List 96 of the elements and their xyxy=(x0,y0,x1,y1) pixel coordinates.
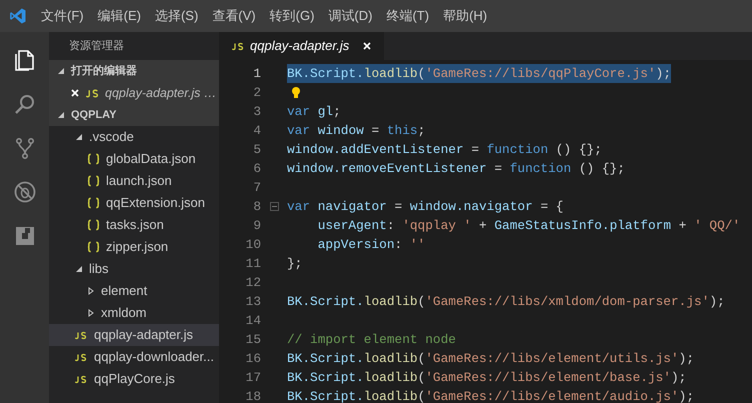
code-line: window.removeEventListener = function () {}; xyxy=(287,160,625,178)
section-title: 打开的编辑器 xyxy=(71,64,137,79)
tree-item[interactable]: xmldom xyxy=(49,302,219,324)
section-title: QQPLAY xyxy=(71,108,116,123)
line-number: 7 xyxy=(252,178,261,197)
line-number: 18 xyxy=(244,388,261,403)
close-icon[interactable] xyxy=(71,89,79,97)
folder-name: libs xyxy=(89,260,109,278)
line-number: 15 xyxy=(244,330,261,349)
menu-item[interactable]: 转到(G) xyxy=(270,6,314,26)
line-number: 8 xyxy=(252,198,261,216)
line-number: 9 xyxy=(252,216,261,235)
file-name: launch.json xyxy=(106,172,172,190)
tree-item[interactable]: .vscode xyxy=(49,126,219,148)
code-line: BK.Script.loadlib('GameRes://libs/element/audio.js'); xyxy=(287,388,694,403)
menu-item[interactable]: 编辑(E) xyxy=(98,6,141,26)
line-number: 3 xyxy=(252,102,261,121)
search-icon[interactable] xyxy=(12,92,36,116)
code-line: appVersion: '' xyxy=(316,236,426,254)
braces-icon xyxy=(87,153,100,165)
tree-item[interactable]: element xyxy=(49,280,219,302)
tree-item[interactable]: qqplay-downloader... xyxy=(49,346,219,368)
tree-item[interactable]: libs xyxy=(49,258,219,280)
menu-item[interactable]: 终端(T) xyxy=(386,6,430,26)
line-number: 6 xyxy=(252,160,261,178)
braces-icon xyxy=(87,197,100,209)
code-line: var navigator = window.navigator = { xyxy=(287,198,564,216)
file-name: qqplay-downloader... xyxy=(94,348,214,366)
code-line: userAgent: 'qqplay ' + GameStatusInfo.platform + ' QQ/' xyxy=(316,216,740,235)
js-file-icon xyxy=(75,352,87,362)
code-line: BK.Script.loadlib('GameRes://libs/xmldom/dom-parser.js'); xyxy=(287,292,725,311)
menu-item[interactable]: 调试(D) xyxy=(328,6,372,26)
file-name: qqplay-adapter.js … xyxy=(105,84,216,102)
line-number: 10 xyxy=(244,236,261,254)
line-number: 2 xyxy=(252,84,261,102)
fold-icon[interactable] xyxy=(270,202,278,211)
app-logo-icon xyxy=(9,7,27,25)
line-number: 13 xyxy=(244,292,261,311)
line-number: 11 xyxy=(244,254,261,273)
expanded-arrow-icon[interactable] xyxy=(75,265,83,273)
editor-tab[interactable]: qqplay-adapter.js xyxy=(219,32,384,60)
folder-name: .vscode xyxy=(89,128,134,146)
js-file-icon xyxy=(86,88,99,98)
folder-name: element xyxy=(101,282,148,300)
tree-item[interactable]: launch.json xyxy=(49,170,219,192)
code-line: }; xyxy=(287,254,302,273)
line-number: 14 xyxy=(244,312,261,330)
tree-item[interactable]: globalData.json xyxy=(49,148,219,170)
sidebar-title: 资源管理器 xyxy=(69,38,124,54)
section-header[interactable]: QQPLAY xyxy=(49,104,219,126)
code-line: window.addEventListener = function () {}; xyxy=(287,140,602,159)
code-line: BK.Script.loadlib('GameRes://libs/element/utils.js'); xyxy=(287,350,694,368)
code-line: // import element node xyxy=(287,330,456,349)
tree-item[interactable]: tasks.json xyxy=(49,214,219,236)
collapsed-arrow-icon[interactable] xyxy=(87,309,95,317)
braces-icon xyxy=(87,241,100,253)
line-number: 12 xyxy=(244,274,261,292)
debug-icon[interactable] xyxy=(12,180,36,204)
code-line: BK.Script.loadlib('GameRes://libs/element/base.js'); xyxy=(287,368,686,387)
tree-item[interactable]: qqExtension.json xyxy=(49,192,219,214)
section-header[interactable]: 打开的编辑器 xyxy=(49,60,219,82)
braces-icon xyxy=(87,175,100,187)
line-number: 5 xyxy=(252,140,261,159)
line-number: 17 xyxy=(244,368,261,387)
line-number: 1 xyxy=(252,64,261,83)
js-file-icon xyxy=(75,374,87,384)
tree-item[interactable]: zipper.json xyxy=(49,236,219,258)
menu-item[interactable]: 选择(S) xyxy=(154,6,198,26)
menu-item[interactable]: 文件(F) xyxy=(41,6,84,26)
expanded-arrow-icon[interactable] xyxy=(57,111,65,119)
lightbulb-icon[interactable] xyxy=(291,86,301,100)
code-line: var gl; xyxy=(287,102,341,121)
file-name: qqPlayCore.js xyxy=(94,370,175,388)
file-name: qqExtension.json xyxy=(106,194,206,212)
tree-item[interactable]: qqPlayCore.js xyxy=(49,368,219,390)
braces-icon xyxy=(87,219,100,231)
files-icon[interactable] xyxy=(12,48,36,72)
file-name: zipper.json xyxy=(106,238,168,256)
menu-item[interactable]: 查看(V) xyxy=(212,6,256,26)
line-number: 16 xyxy=(244,350,261,368)
file-name: globalData.json xyxy=(106,150,196,168)
code-line: var window = this; xyxy=(287,122,426,140)
open-editor-item[interactable]: qqplay-adapter.js … xyxy=(49,82,219,104)
expanded-arrow-icon[interactable] xyxy=(57,67,65,75)
menu-item[interactable]: 帮助(H) xyxy=(443,6,488,26)
line-number: 4 xyxy=(252,122,261,140)
tree-item[interactable]: qqplay-adapter.js xyxy=(49,324,219,346)
close-icon[interactable] xyxy=(363,42,372,50)
folder-name: xmldom xyxy=(101,304,147,322)
js-file-icon xyxy=(75,330,87,340)
file-name: tasks.json xyxy=(106,216,164,234)
collapsed-arrow-icon[interactable] xyxy=(87,287,95,295)
expanded-arrow-icon[interactable] xyxy=(75,133,83,141)
tab-label: qqplay-adapter.js xyxy=(250,37,350,56)
js-file-icon xyxy=(232,42,244,50)
file-name: qqplay-adapter.js xyxy=(94,326,194,344)
